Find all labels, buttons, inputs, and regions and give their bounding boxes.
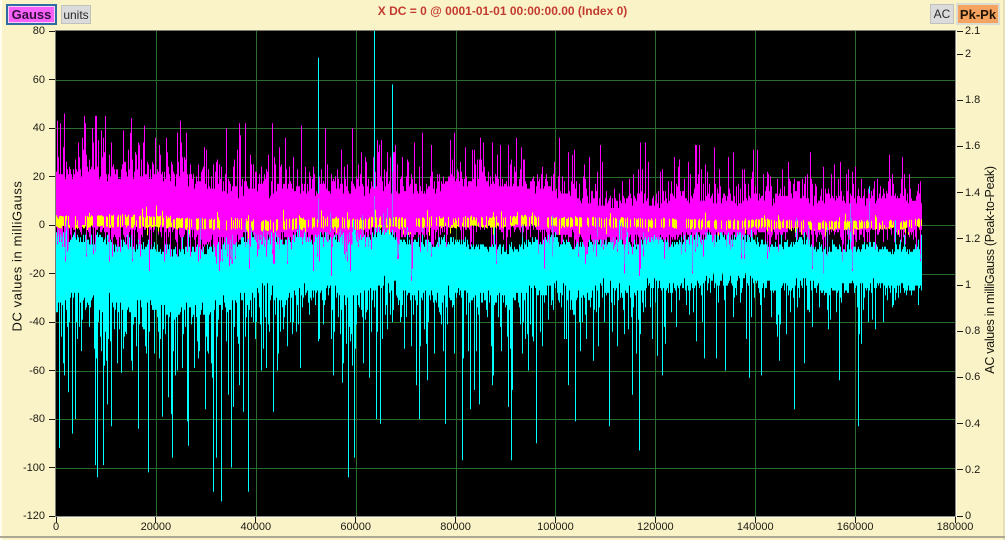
right-axis-tick	[957, 423, 963, 424]
right-axis-tick	[957, 238, 963, 239]
left-axis-tick	[49, 128, 55, 129]
x-axis-tick-label: 160000	[820, 521, 890, 533]
right-axis-tick	[957, 285, 963, 286]
right-axis-tick	[957, 516, 963, 517]
right-axis-tick	[957, 100, 963, 101]
left-axis-tick-label: -80	[7, 413, 45, 425]
right-axis-tick	[957, 331, 963, 332]
chart-window: Gauss units AC Pk-Pk X DC = 0 @ 0001-01-…	[0, 0, 1005, 540]
x-axis-tick-label: 60000	[321, 521, 391, 533]
left-axis-tick	[49, 31, 55, 32]
chart-title: X DC = 0 @ 0001-01-01 00:00:00.00 (Index…	[0, 4, 1005, 18]
left-axis-tick-label: 40	[7, 122, 45, 134]
plot-area[interactable]	[55, 30, 956, 517]
right-axis-tick	[957, 54, 963, 55]
right-axis-tick	[957, 377, 963, 378]
right-axis-tick	[957, 469, 963, 470]
x-axis-tick-label: 40000	[221, 521, 291, 533]
right-axis-tick	[957, 146, 963, 147]
x-axis-tick-label: 80000	[421, 521, 491, 533]
left-axis-tick-label: 60	[7, 74, 45, 86]
window-frame-left	[0, 0, 2, 540]
left-axis-tick	[49, 419, 55, 420]
left-axis-tick	[49, 467, 55, 468]
x-axis-tick-label: 120000	[620, 521, 690, 533]
waveform-canvas	[56, 31, 955, 516]
left-axis-tick	[49, 79, 55, 80]
right-axis-tick-label: 1.8	[965, 94, 1005, 106]
left-axis-tick-label: 80	[7, 25, 45, 37]
left-axis-tick-label: -100	[7, 462, 45, 474]
right-axis-tick-label: 1.6	[965, 140, 1005, 152]
x-axis-tick-label: 20000	[121, 521, 191, 533]
x-axis-tick-label: 140000	[720, 521, 790, 533]
left-axis-tick	[49, 176, 55, 177]
x-axis-tick-label: 0	[21, 521, 91, 533]
left-axis-tick	[49, 225, 55, 226]
left-axis-tick	[49, 370, 55, 371]
right-axis-tick	[957, 192, 963, 193]
right-axis-tick-label: 0.4	[965, 418, 1005, 430]
x-axis-tick-label: 100000	[520, 521, 590, 533]
window-frame-bottom	[0, 536, 1005, 538]
left-axis-tick-label: -60	[7, 365, 45, 377]
right-axis-title: AC values in milliGauss (Peak-to-Peak)	[983, 166, 997, 373]
left-axis-tick	[49, 273, 55, 274]
right-axis-tick-label: 2.1	[965, 25, 1005, 37]
left-axis-tick	[49, 322, 55, 323]
left-axis-title: DC values in milliGauss	[10, 180, 25, 331]
right-axis-tick-label: 2	[965, 48, 1005, 60]
right-axis-tick-label: 0.2	[965, 464, 1005, 476]
right-axis-tick	[957, 31, 963, 32]
x-axis-tick-label: 180000	[920, 521, 990, 533]
left-axis-tick	[49, 516, 55, 517]
